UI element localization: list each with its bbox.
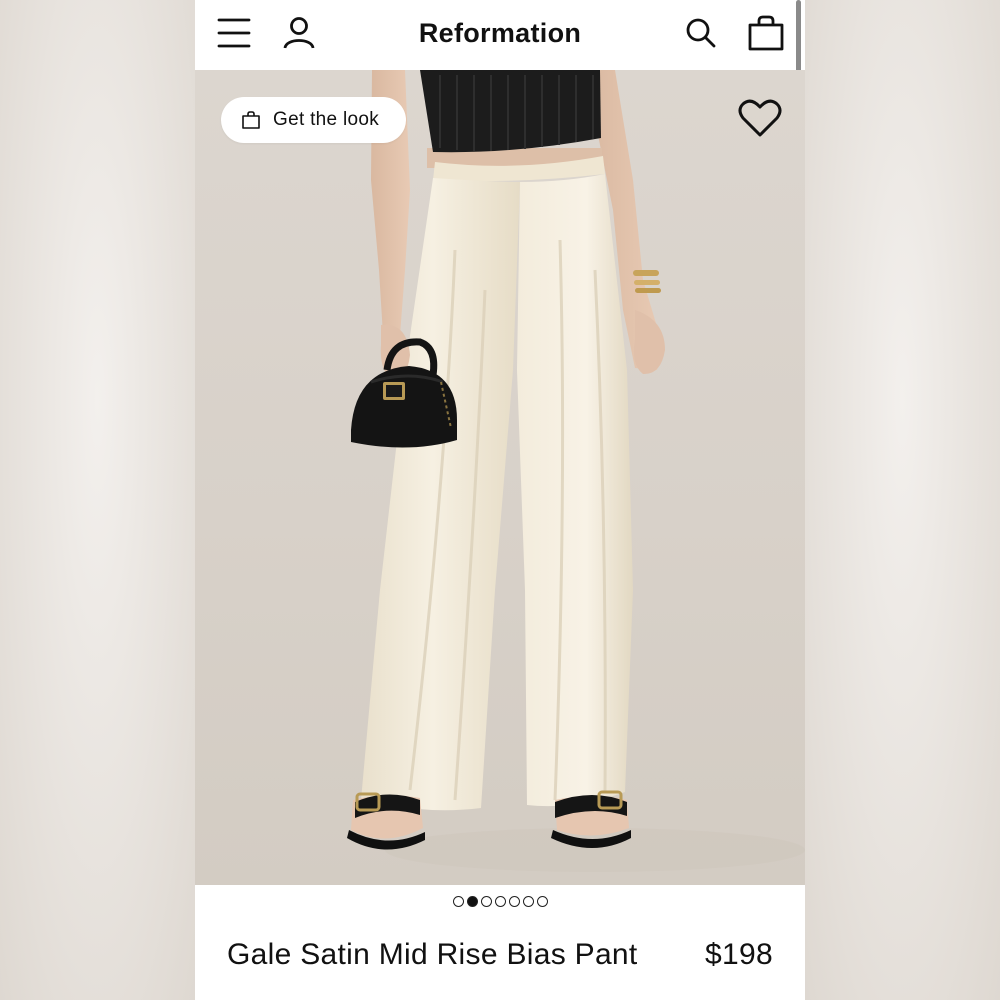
product-price: $198	[705, 938, 773, 971]
left-backdrop	[0, 0, 195, 1000]
carousel-dot[interactable]	[480, 896, 492, 907]
product-image[interactable]: Get the look	[195, 70, 805, 885]
get-the-look-button[interactable]: Get the look	[221, 97, 407, 143]
heart-icon[interactable]	[738, 98, 782, 138]
carousel-dot[interactable]	[522, 896, 534, 907]
carousel-dot[interactable]	[494, 896, 506, 907]
search-icon[interactable]	[682, 14, 720, 52]
shopping-bag-icon[interactable]	[747, 14, 785, 52]
shopping-bag-icon	[242, 111, 260, 129]
carousel-indicator	[195, 896, 805, 907]
product-photo	[347, 70, 805, 872]
site-header: Reformation	[195, 0, 805, 185]
right-backdrop	[805, 0, 1000, 1000]
product-name: Gale Satin Mid Rise Bias Pant	[227, 938, 638, 971]
carousel-dot-active[interactable]	[466, 896, 478, 907]
carousel-dot[interactable]	[452, 896, 464, 907]
get-the-look-label: Get the look	[273, 109, 380, 130]
carousel-dot[interactable]	[536, 896, 548, 907]
product-page: Reformation Get the look Gale Satin Mid …	[195, 0, 805, 1000]
carousel-dot[interactable]	[508, 896, 520, 907]
product-info: Gale Satin Mid Rise Bias Pant $198	[227, 938, 773, 972]
